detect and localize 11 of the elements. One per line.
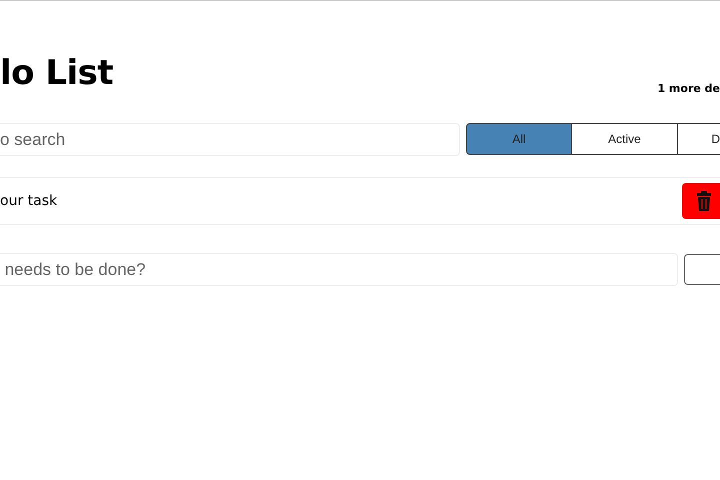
filter-button[interactable]: All [466, 123, 572, 155]
filter-button[interactable]: D [678, 123, 720, 155]
task-text: our task [0, 193, 58, 209]
page-title: lo List [0, 53, 114, 93]
delete-button[interactable] [682, 183, 720, 219]
search-field[interactable]: o search [0, 123, 460, 156]
filter-button[interactable]: Active [572, 123, 678, 155]
remaining-count: 1 more de [657, 82, 720, 95]
trash-icon [697, 191, 711, 211]
add-button[interactable] [684, 254, 720, 285]
new-task-field[interactable]: needs to be done? [0, 253, 678, 286]
